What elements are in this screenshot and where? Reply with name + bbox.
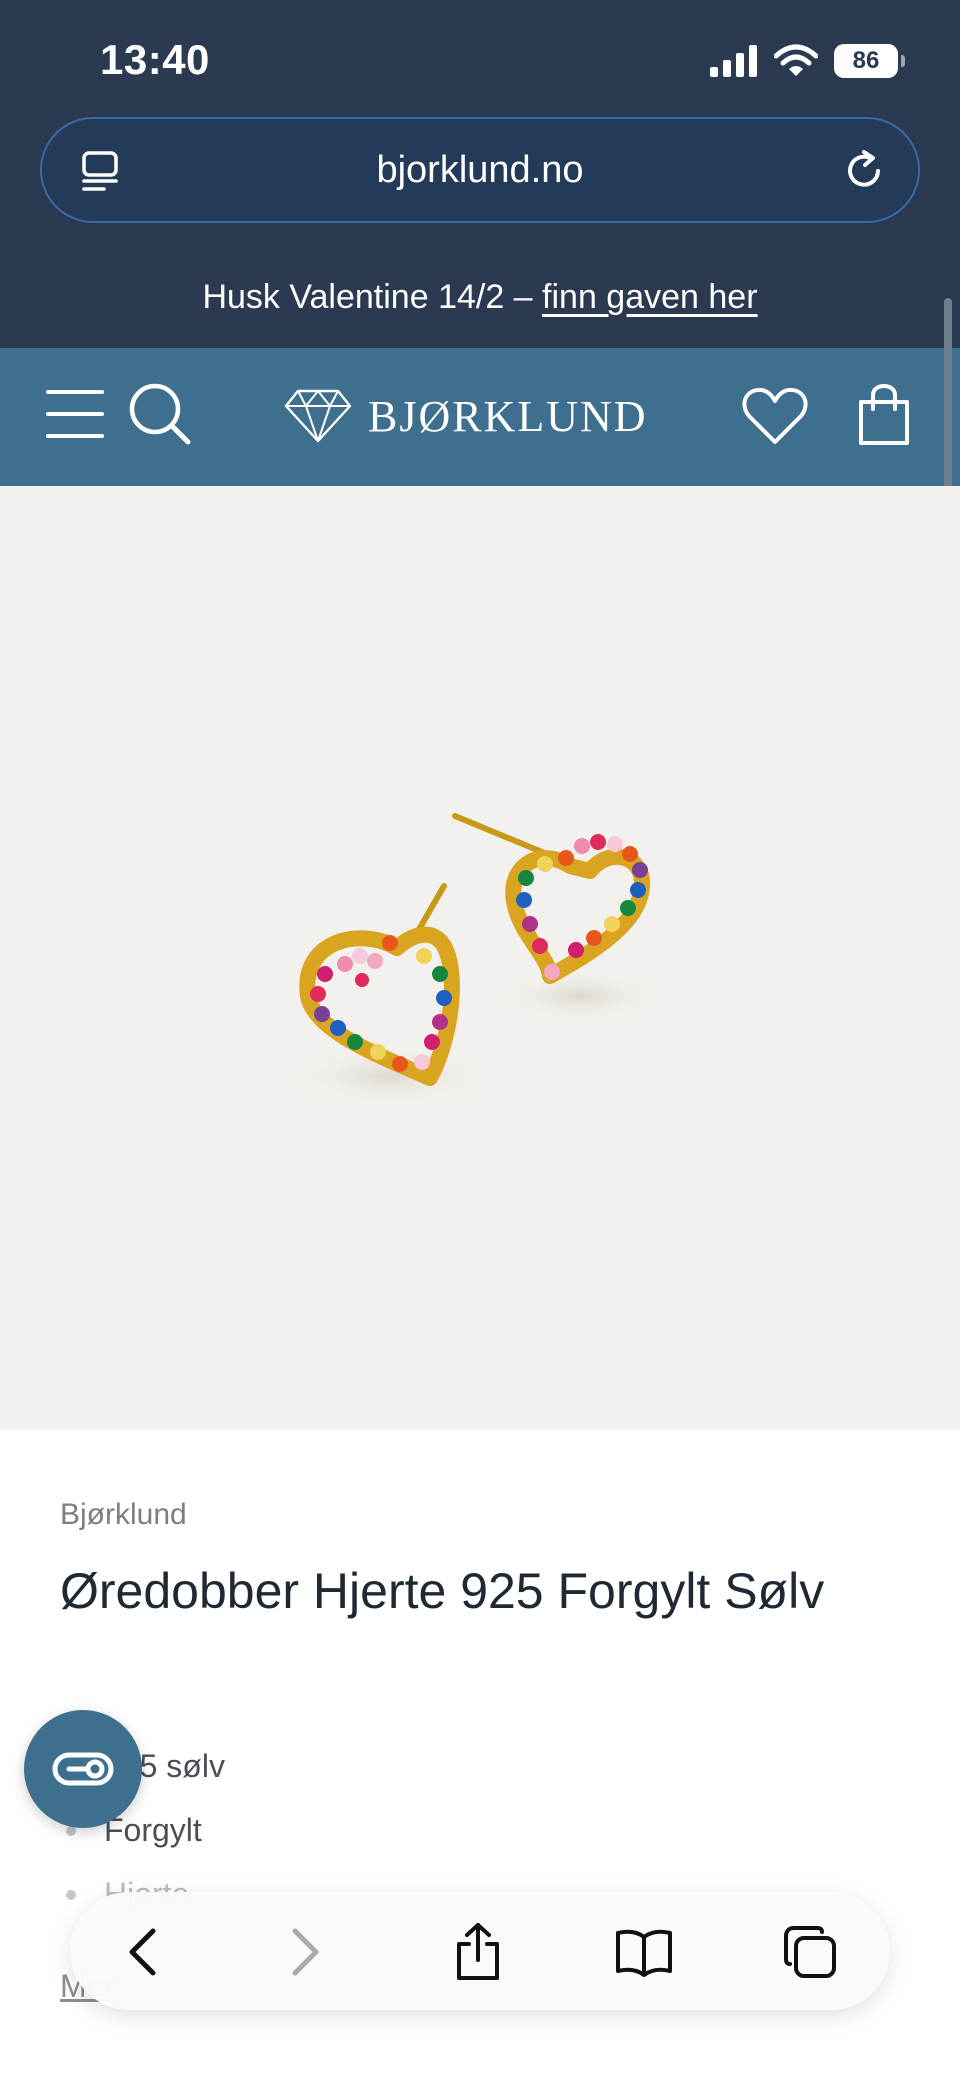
share-icon (457, 1923, 499, 1980)
menu-icon[interactable] (46, 386, 104, 442)
chevron-left-icon (129, 1928, 156, 1976)
status-icons: 86 (710, 44, 905, 78)
browser-toolbar (70, 1892, 890, 2010)
status-bar: 13:40 86 (0, 0, 960, 110)
tab-switcher-button[interactable] (780, 1922, 840, 1982)
chat-icon (52, 1752, 114, 1786)
wifi-icon (774, 44, 818, 76)
promo-text: Husk Valentine 14/2 – (202, 278, 543, 316)
heart-earrings-illustration (290, 813, 660, 1106)
tabs-overview-icon (784, 1926, 836, 1978)
promo-link[interactable]: finn gaven her (542, 278, 758, 316)
logo-text: BJØRKLUND (368, 391, 648, 441)
url-text[interactable]: bjorklund.no (42, 149, 918, 192)
bookmarks-button[interactable] (614, 1922, 674, 1982)
signal-icon (710, 45, 757, 77)
status-time: 13:40 (100, 36, 210, 83)
chat-button[interactable] (24, 1710, 142, 1828)
heart-icon[interactable] (742, 386, 808, 446)
site-logo[interactable]: BJØRKLUND (284, 384, 648, 448)
site-header: BJØRKLUND (0, 348, 960, 486)
chevron-right-icon (292, 1928, 319, 1976)
reload-icon[interactable] (840, 147, 888, 195)
search-icon[interactable] (128, 382, 192, 446)
promo-banner: Husk Valentine 14/2 – finn gaven her (0, 278, 960, 317)
book-icon (616, 1929, 672, 1977)
product-brand[interactable]: Bjørklund (60, 1498, 187, 1532)
bag-icon[interactable] (858, 382, 910, 446)
back-button[interactable] (112, 1922, 172, 1982)
battery-indicator: 86 (834, 44, 905, 78)
diamond-logo-icon (284, 389, 352, 443)
product-title: Øredobber Hjerte 925 Forgylt Sølv (60, 1563, 825, 1619)
product-image[interactable] (0, 486, 960, 1430)
browser-chrome: 13:40 86 bjorklund.no Husk Valentine 14/… (0, 0, 960, 348)
forward-button[interactable] (276, 1922, 336, 1982)
address-bar[interactable]: bjorklund.no (40, 117, 920, 223)
share-button[interactable] (448, 1922, 508, 1982)
